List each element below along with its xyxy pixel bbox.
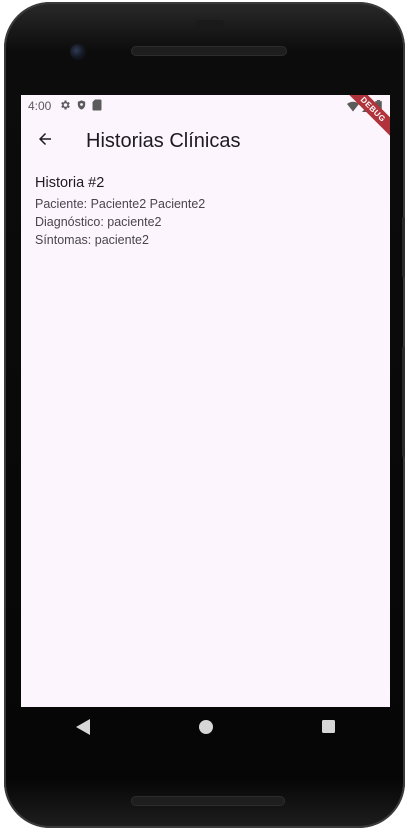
back-triangle-icon [75,718,90,740]
status-bar: 4:00 [21,95,390,117]
shield-icon [76,99,87,114]
record-symptoms: Síntomas: paciente2 [35,233,149,247]
nav-recents-button[interactable] [309,709,349,749]
top-speaker [131,46,287,56]
gear-icon [59,99,71,114]
record-title: Historia #2 [35,175,105,191]
record-diagnosis: Diagnóstico: paciente2 [35,215,162,229]
power-button [402,217,405,277]
status-icons-left [59,99,102,114]
earpiece [196,20,224,27]
bottom-speaker [131,796,285,806]
sd-card-icon [92,99,102,114]
nav-home-button[interactable] [186,709,226,749]
arrow-back-icon [36,130,54,153]
status-time: 4:00 [28,99,52,113]
recents-square-icon [322,720,335,738]
screen: 4:00 DEBUG Historias Clínicas Historia #… [21,95,390,707]
nav-back-button[interactable] [63,709,103,749]
front-camera [70,44,86,60]
system-nav-bar [21,707,390,751]
back-button[interactable] [21,117,69,165]
volume-button [402,347,405,457]
page-title: Historias Clínicas [86,129,241,152]
record-card[interactable]: Historia #2 Paciente: Paciente2 Paciente… [35,175,375,249]
app-bar: Historias Clínicas [21,117,390,165]
home-circle-icon [198,719,213,739]
record-patient: Paciente: Paciente2 Paciente2 [35,197,206,211]
